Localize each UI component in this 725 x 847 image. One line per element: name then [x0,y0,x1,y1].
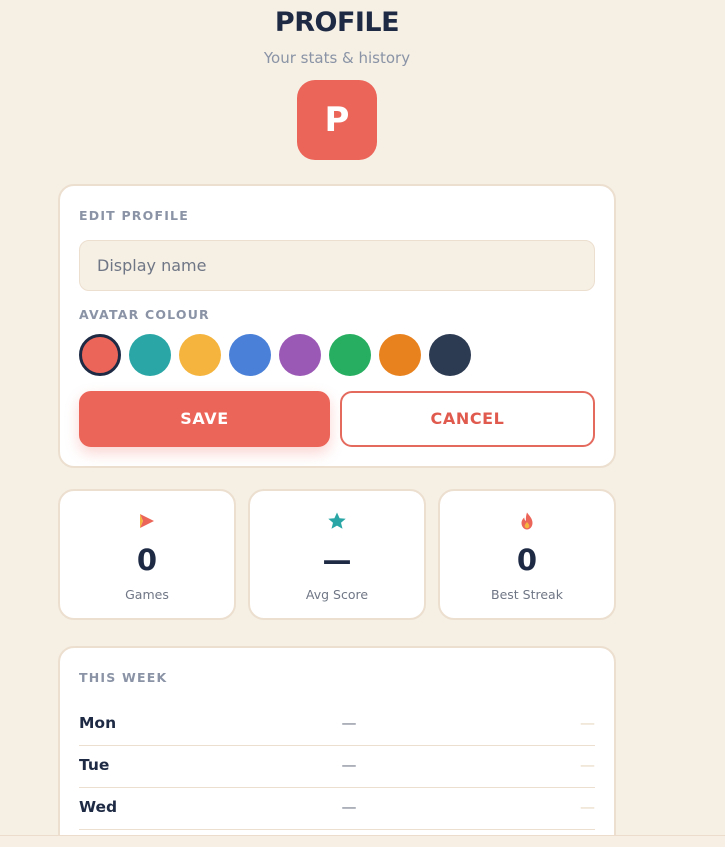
profile-page: PROFILE Your stats & history P EDIT PROF… [0,0,725,847]
avatar: P [297,80,377,160]
stat-label: Best Streak [491,587,563,602]
colour-swatch-orange[interactable] [379,334,421,376]
colour-swatch-navy[interactable] [429,334,471,376]
stat-value: 0 [136,543,158,577]
stat-label: Games [125,587,169,602]
display-name-input[interactable] [79,240,595,291]
week-day: Wed [79,798,118,816]
swatch-fill [133,338,167,372]
stat-label: Avg Score [305,587,369,602]
week-row-wed: Wed — — [79,788,595,830]
bottom-nav-bar [0,835,725,847]
colour-swatch-green[interactable] [329,334,371,376]
week-row-mon: Mon — — [79,704,595,746]
flame-icon [440,511,614,531]
colour-swatch-teal[interactable] [129,334,171,376]
save-button[interactable]: SAVE [79,391,330,447]
week-score: — [341,714,357,732]
week-score: — [341,798,357,816]
this-week-card: THIS WEEK Mon — — Tue — — Wed — — [58,646,616,847]
week-day: Tue [79,756,110,774]
avatar-colour-heading: AVATAR COLOUR [79,307,210,322]
stat-card-games: 0 Games [58,489,236,620]
week-day: Mon [79,714,117,732]
week-extra: — [580,756,595,774]
swatch-fill [183,338,217,372]
this-week-heading: THIS WEEK [79,670,168,685]
week-score: — [341,756,357,774]
cancel-button[interactable]: CANCEL [340,391,595,447]
colour-swatch-purple[interactable] [279,334,321,376]
colour-swatch-yellow[interactable] [179,334,221,376]
swatch-fill [283,338,317,372]
play-arrow-icon [60,511,234,531]
stat-value: — [322,543,352,577]
edit-profile-card: EDIT PROFILE AVATAR COLOUR SAVE CANCEL [58,184,616,468]
swatch-fill [383,338,417,372]
avatar-colour-picker [79,334,479,376]
stat-card-avg-score: — Avg Score [248,489,426,620]
stat-card-best-streak: 0 Best Streak [438,489,616,620]
edit-profile-heading: EDIT PROFILE [79,208,189,223]
swatch-fill [233,338,267,372]
swatch-fill [433,338,467,372]
swatch-fill [84,339,116,371]
week-extra: — [580,714,595,732]
week-extra: — [580,798,595,816]
page-title: PROFILE [274,7,400,38]
week-row-tue: Tue — — [79,746,595,788]
colour-swatch-red[interactable] [79,334,121,376]
colour-swatch-blue[interactable] [229,334,271,376]
stat-value: 0 [516,543,538,577]
swatch-fill [333,338,367,372]
star-icon [250,511,424,531]
page-subtitle: Your stats & history [263,49,411,67]
